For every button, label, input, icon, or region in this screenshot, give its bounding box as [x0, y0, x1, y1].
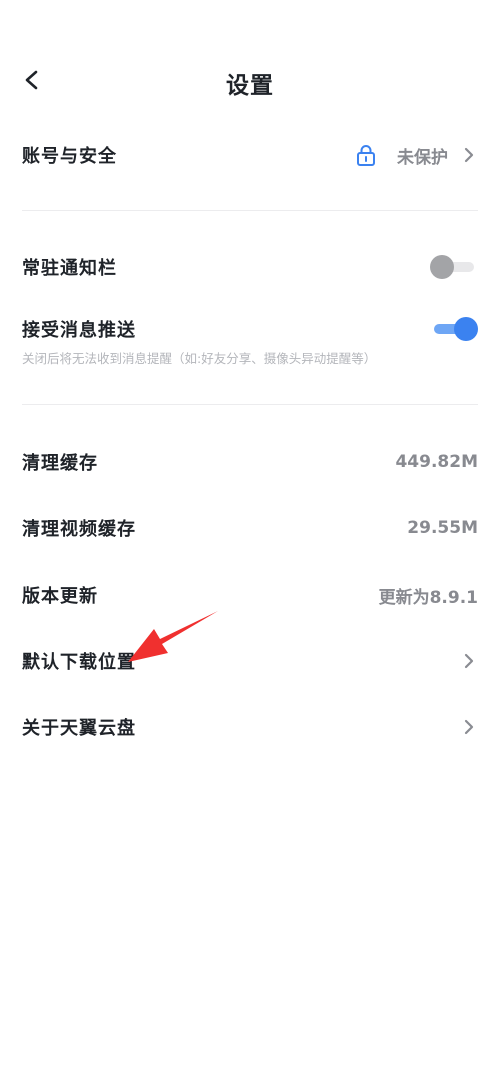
toggle-knob [430, 255, 454, 279]
divider [22, 404, 478, 405]
settings-row-about[interactable]: 关于天翼云盘 [22, 712, 478, 742]
video-cache-size: 29.55M [407, 518, 478, 538]
about-label: 关于天翼云盘 [22, 718, 136, 739]
clear-video-cache-label: 清理视频缓存 [22, 519, 136, 540]
toggle-knob [454, 317, 478, 341]
clear-cache-label: 清理缓存 [22, 453, 98, 474]
notification-bar-toggle[interactable] [430, 254, 478, 280]
download-location-label: 默认下载位置 [22, 652, 136, 673]
notification-bar-label: 常驻通知栏 [22, 258, 117, 279]
push-description: 关闭后将无法收到消息提醒（如:好友分享、摄像头异动提醒等） [22, 351, 377, 366]
push-toggle[interactable] [430, 316, 478, 342]
chevron-right-icon [460, 146, 478, 164]
account-status: 未保护 [397, 147, 448, 168]
push-label: 接受消息推送 [22, 320, 136, 341]
settings-row-push: 接受消息推送 [22, 314, 478, 344]
settings-row-account-security[interactable]: 账号与安全 未保护 [22, 140, 478, 170]
settings-row-version-update[interactable]: 版本更新 更新为8.9.1 [22, 580, 478, 610]
version-update-label: 版本更新 [22, 586, 98, 607]
settings-row-notification-bar: 常驻通知栏 [22, 252, 478, 282]
settings-row-clear-video-cache[interactable]: 清理视频缓存 29.55M [22, 513, 478, 543]
settings-row-clear-cache[interactable]: 清理缓存 449.82M [22, 447, 478, 477]
chevron-right-icon [460, 652, 478, 670]
page-title: 设置 [226, 73, 274, 99]
chevron-right-icon [460, 718, 478, 736]
settings-row-download-location[interactable]: 默认下载位置 [22, 646, 478, 676]
account-security-label: 账号与安全 [22, 146, 117, 167]
cache-size: 449.82M [395, 452, 478, 472]
header: 设置 [0, 52, 500, 116]
lock-icon [355, 143, 377, 167]
update-version: 更新为8.9.1 [378, 587, 478, 608]
divider [22, 210, 478, 211]
